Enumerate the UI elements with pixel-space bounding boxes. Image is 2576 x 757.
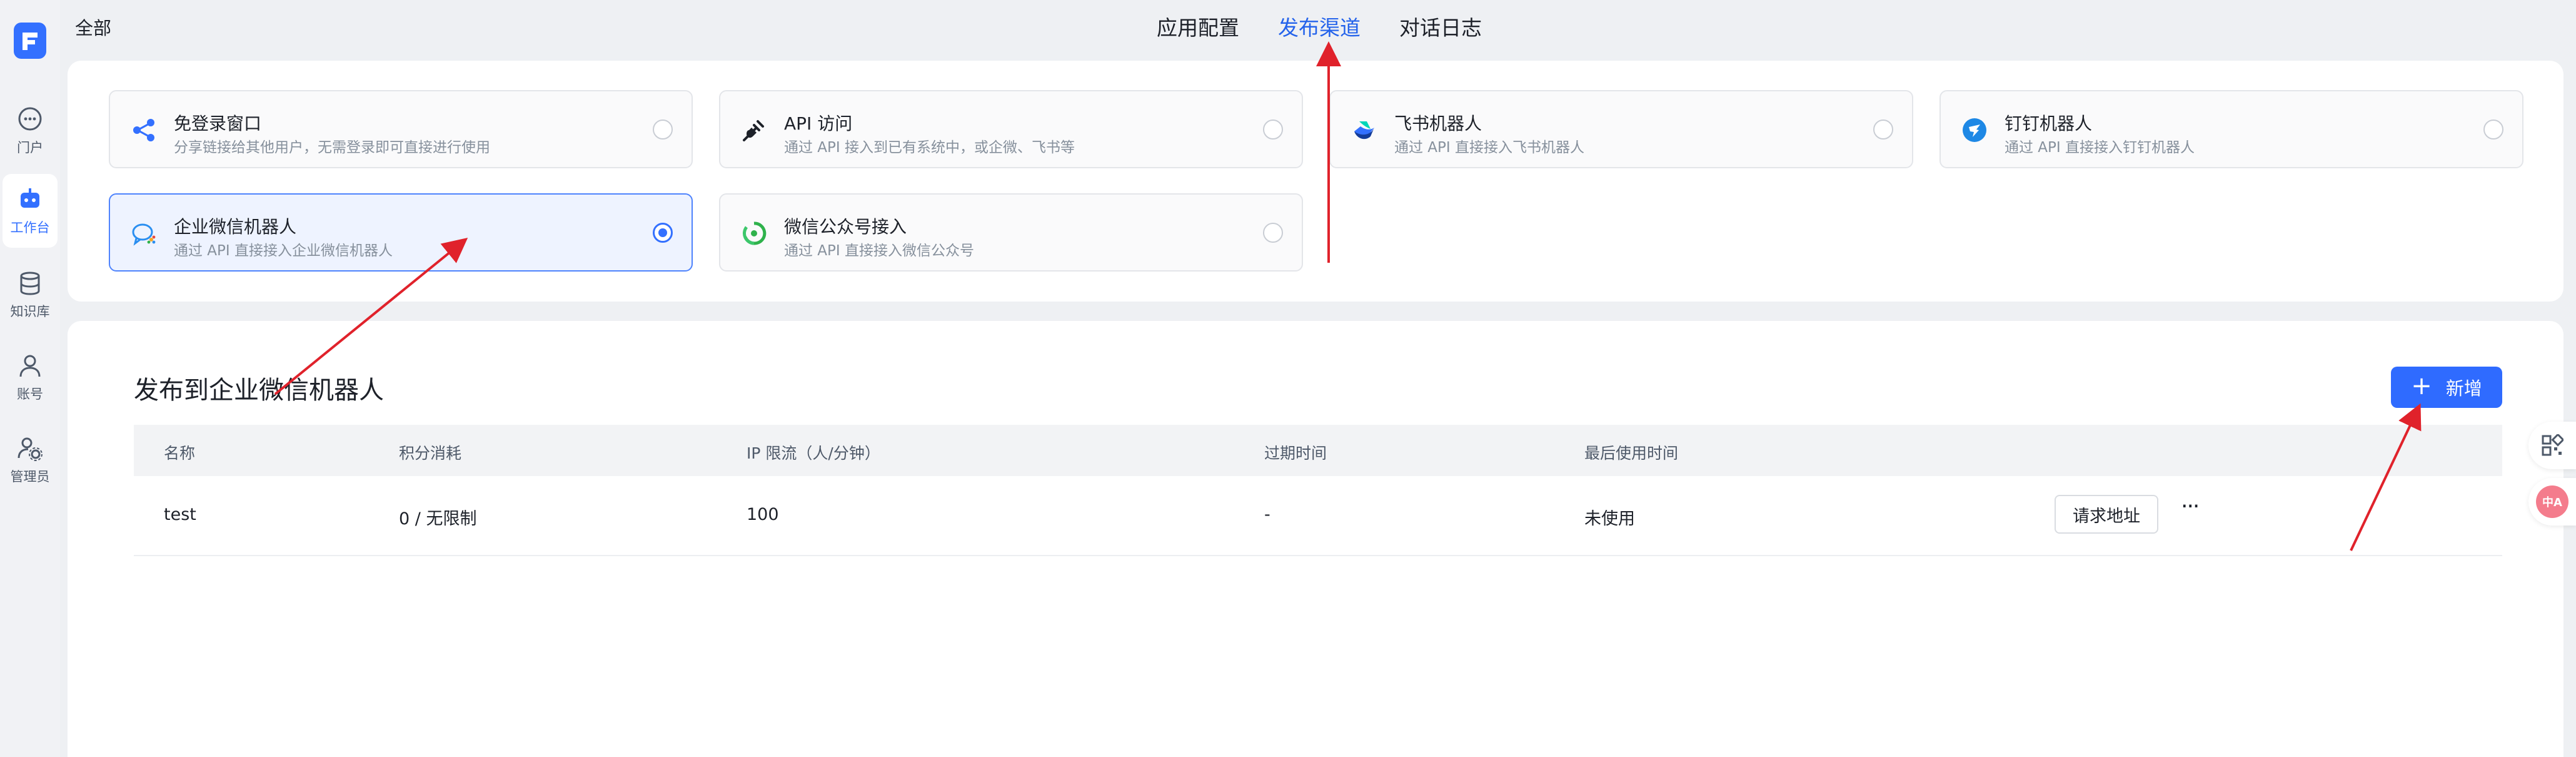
channel-radio[interactable] [653,119,673,140]
section-title: 发布到企业微信机器人 [134,376,384,405]
sidebar-item-label: 管理员 [10,469,50,484]
add-button[interactable]: + 新增 [2391,367,2502,408]
column-header: 最后使用时间 [1584,444,1679,462]
admin-gear-icon [18,437,43,461]
publish-panel: 发布到企业微信机器人 + 新增 名称 积分消耗 IP 限流（人/分钟） 过期时间… [68,321,2563,757]
sidebar-item-workbench[interactable]: 工作台 [3,174,58,248]
channel-title: 免登录窗口 [174,113,262,134]
request-url-button[interactable]: 请求地址 [2055,495,2158,534]
sidebar-item-label: 工作台 [10,220,50,235]
sidebar-item-portal[interactable]: 门户 [3,94,58,168]
sidebar-item-knowledge-base[interactable]: 知识库 [3,258,58,332]
channel-title: 微信公众号接入 [784,216,907,237]
channel-radio[interactable] [1263,119,1283,140]
robot-icon [21,188,39,208]
channel-card-api[interactable]: API 访问 通过 API 接入到已有系统中，或企微、飞书等 [719,90,1303,168]
user-icon [19,355,41,377]
qr-tool-button[interactable] [2528,422,2576,469]
sidebar-item-label: 门户 [17,140,43,155]
table-header: 名称 积分消耗 IP 限流（人/分钟） 过期时间 最后使用时间 [134,425,2502,476]
wechat-official-icon [743,221,767,245]
top-tabs: 应用配置 发布渠道 对话日志 [1157,11,1482,41]
chat-bubble-icon [18,107,42,131]
channel-desc: 通过 API 直接接入飞书机器人 [1394,140,1585,156]
tab-chat-logs[interactable]: 对话日志 [1399,11,1482,41]
left-sidebar: 门户 工作台 知识库 账号 管理员 [0,0,60,757]
cell-last-used: 未使用 [1584,509,1635,529]
feishu-icon [1354,121,1374,140]
plug-icon [743,120,764,141]
channel-desc: 通过 API 直接接入钉钉机器人 [2005,140,2195,156]
translate-tool-button[interactable]: 中A [2528,478,2576,526]
translate-icon-label: 中A [2542,496,2562,509]
channel-desc: 分享链接给其他用户，无需登录即可直接进行使用 [174,140,490,156]
channel-desc: 通过 API 直接接入企业微信机器人 [174,243,393,259]
sidebar-item-admin[interactable]: 管理员 [3,423,58,497]
channel-radio[interactable] [1263,223,1283,243]
cell-points: 0 / 无限制 [399,509,477,529]
channel-card-dingtalk[interactable]: 钉钉机器人 通过 API 直接接入钉钉机器人 [1940,90,2523,168]
channel-card-feishu[interactable]: 飞书机器人 通过 API 直接接入飞书机器人 [1329,90,1913,168]
sidebar-item-label: 账号 [17,387,43,402]
scope-selector[interactable]: 全部 [75,14,111,40]
cell-name: test [164,505,196,524]
tab-publish-channels[interactable]: 发布渠道 [1278,11,1361,41]
wecom-icon [132,223,156,246]
column-header: 过期时间 [1264,444,1327,462]
cell-ip-limit: 100 [747,505,779,524]
channel-desc: 通过 API 接入到已有系统中，或企微、飞书等 [784,140,1075,156]
app-logo-icon[interactable] [14,23,46,59]
channel-card-wecom[interactable]: 企业微信机器人 通过 API 直接接入企业微信机器人 [109,193,693,272]
cell-expire: - [1264,505,1270,524]
column-header: 积分消耗 [399,444,462,462]
channel-title: API 访问 [784,113,853,134]
tab-app-config[interactable]: 应用配置 [1157,11,1239,41]
more-actions-icon[interactable]: ··· [2181,494,2200,519]
sidebar-item-account[interactable]: 账号 [3,340,58,414]
qr-code-icon [2542,434,2563,456]
channel-panel: 免登录窗口 分享链接给其他用户，无需登录即可直接进行使用 API 访问 通过 A… [68,61,2563,302]
table-row: test 0 / 无限制 100 - 未使用 请求地址 ··· [134,476,2502,556]
add-button-label: 新增 [2445,378,2482,399]
translate-icon: 中A [2536,485,2568,518]
dingtalk-icon [1963,118,1986,142]
channel-desc: 通过 API 直接接入微信公众号 [784,243,975,259]
channel-card-wechat-official[interactable]: 微信公众号接入 通过 API 直接接入微信公众号 [719,193,1303,272]
channel-radio[interactable] [653,223,673,243]
share-icon [133,119,154,141]
channel-radio[interactable] [1873,119,1893,140]
column-header: IP 限流（人/分钟） [747,444,880,462]
channel-title: 飞书机器人 [1394,113,1482,134]
sidebar-item-label: 知识库 [10,304,50,319]
column-header: 名称 [164,444,196,462]
plus-icon: + [2411,372,2432,400]
channel-radio[interactable] [2483,119,2503,140]
database-icon [20,272,40,295]
channel-card-no-login[interactable]: 免登录窗口 分享链接给其他用户，无需登录即可直接进行使用 [109,90,693,168]
channel-title: 钉钉机器人 [2005,113,2093,134]
channel-title: 企业微信机器人 [174,216,297,237]
